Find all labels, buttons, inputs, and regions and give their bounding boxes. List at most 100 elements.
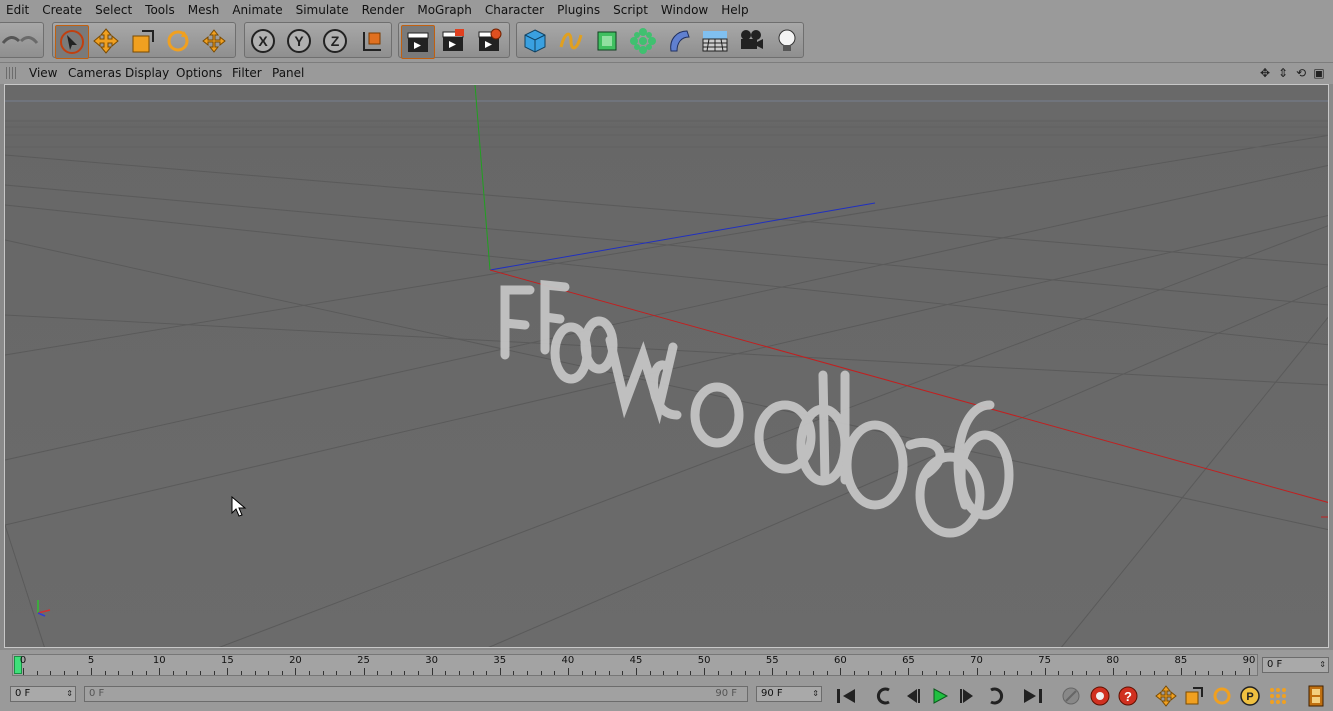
previous-keyframe-button[interactable] xyxy=(871,683,897,709)
menu-animate[interactable]: Animate xyxy=(226,3,289,17)
viewport-menu-view[interactable]: View xyxy=(29,66,57,80)
timeline-tick xyxy=(254,671,256,675)
timeline-tick xyxy=(227,668,229,675)
menu-mesh[interactable]: Mesh xyxy=(182,3,227,17)
timeline-tick xyxy=(349,671,351,675)
menu-plugins[interactable]: Plugins xyxy=(551,3,607,17)
timeline-tick xyxy=(1235,671,1237,675)
timeline-tick xyxy=(813,671,815,675)
timeline-tick xyxy=(322,671,324,675)
deformer-button[interactable] xyxy=(663,25,695,57)
move-tool-button[interactable] xyxy=(90,25,122,57)
timeline-tick xyxy=(663,671,665,675)
next-frame-button[interactable] xyxy=(955,683,981,709)
light-object-button[interactable] xyxy=(771,25,803,57)
coordinate-system-button[interactable] xyxy=(355,25,387,57)
go-to-end-button[interactable] xyxy=(1020,683,1046,709)
panel-grip-handle[interactable] xyxy=(6,67,18,79)
timeline-tick xyxy=(608,671,610,675)
position-key-icon xyxy=(1155,685,1177,707)
cube-object-button[interactable] xyxy=(519,25,551,57)
redo-button[interactable] xyxy=(13,25,45,57)
current-frame-field[interactable]: 0 F ⇕ xyxy=(1262,657,1329,673)
timeline-tick xyxy=(785,671,787,675)
timeline-tick xyxy=(1003,671,1005,675)
clapboard-picture-icon xyxy=(442,29,464,51)
render-to-picture-viewer-button[interactable] xyxy=(437,25,469,57)
autokeying-button[interactable] xyxy=(1087,683,1113,709)
z-axis-lock-button[interactable]: Z xyxy=(319,25,351,57)
menu-script[interactable]: Script xyxy=(607,3,655,17)
spinner-icon[interactable]: ⇕ xyxy=(1319,658,1326,672)
spinner-icon[interactable]: ⇕ xyxy=(812,687,819,701)
z-axis-icon: Z xyxy=(323,29,347,53)
timeline-tick xyxy=(649,671,651,675)
subdivision-surface-button[interactable] xyxy=(591,25,623,57)
key-scale-button[interactable] xyxy=(1181,683,1207,709)
orbit-view-icon[interactable]: ⟲ xyxy=(1293,65,1309,81)
timeline-tick xyxy=(894,671,896,675)
key-parameter-button[interactable]: P xyxy=(1237,683,1263,709)
key-position-button[interactable] xyxy=(1153,683,1179,709)
camera-object-button[interactable] xyxy=(735,25,767,57)
render-settings-button[interactable] xyxy=(473,25,505,57)
menu-select[interactable]: Select xyxy=(89,3,139,17)
viewport-menu-cameras[interactable]: Cameras xyxy=(68,66,121,80)
previous-frame-button[interactable] xyxy=(899,683,925,709)
keyframe-selection-button[interactable]: ? xyxy=(1115,683,1141,709)
maximize-view-icon[interactable]: ▣ xyxy=(1311,65,1327,81)
cloner-button[interactable] xyxy=(627,25,659,57)
move-arrows-icon xyxy=(93,28,119,54)
menu-help[interactable]: Help xyxy=(715,3,755,17)
x-axis-lock-button[interactable]: X xyxy=(247,25,279,57)
menu-create[interactable]: Create xyxy=(36,3,89,17)
go-to-start-button[interactable] xyxy=(833,683,859,709)
timeline-tick xyxy=(118,671,120,675)
pan-view-icon[interactable]: ✥ xyxy=(1257,65,1273,81)
record-active-objects-button[interactable] xyxy=(1058,683,1084,709)
menu-render[interactable]: Render xyxy=(356,3,412,17)
menu-window[interactable]: Window xyxy=(655,3,715,17)
scheme-film-button[interactable] xyxy=(1303,683,1329,709)
menu-mograph[interactable]: MoGraph xyxy=(411,3,479,17)
max-time-field[interactable]: 90 F ⇕ xyxy=(756,686,822,702)
scale-tool-button[interactable] xyxy=(126,25,158,57)
viewport-menu-filter[interactable]: Filter xyxy=(232,66,262,80)
live-selection-button[interactable] xyxy=(55,25,89,59)
timeline-tick xyxy=(540,671,542,675)
y-axis-lock-button[interactable]: Y xyxy=(283,25,315,57)
menu-simulate[interactable]: Simulate xyxy=(290,3,356,17)
x-axis-icon: X xyxy=(251,29,275,53)
spinner-icon[interactable]: ⇕ xyxy=(66,687,73,701)
perspective-viewport[interactable] xyxy=(4,84,1329,648)
timeline-tick-label: 45 xyxy=(629,655,643,666)
viewport-menu-options[interactable]: Options xyxy=(176,66,222,80)
key-point-level-button[interactable] xyxy=(1265,683,1291,709)
play-forward-button[interactable] xyxy=(927,683,953,709)
min-time-field[interactable]: 0 F ⇕ xyxy=(10,686,76,702)
timeline-tick xyxy=(758,671,760,675)
selection-arrow-icon xyxy=(60,30,84,54)
render-view-button[interactable] xyxy=(401,25,435,59)
time-range-slider[interactable]: 0 F 90 F xyxy=(84,686,748,702)
timeline-tick xyxy=(1126,671,1128,675)
menu-tools[interactable]: Tools xyxy=(139,3,182,17)
viewport-menu-panel[interactable]: Panel xyxy=(272,66,304,80)
rotate-tool-button[interactable] xyxy=(162,25,194,57)
timeline-tick xyxy=(676,671,678,675)
timeline-tick xyxy=(744,671,746,675)
recent-tool-button[interactable] xyxy=(198,25,230,57)
key-rotation-button[interactable] xyxy=(1209,683,1235,709)
dolly-view-icon[interactable]: ⇕ xyxy=(1275,65,1291,81)
menu-edit[interactable]: Edit xyxy=(0,3,36,17)
timeline-tick-label: 70 xyxy=(970,655,983,666)
floor-object-button[interactable] xyxy=(699,25,731,57)
timeline-tick xyxy=(1249,668,1250,675)
viewport-menu-display[interactable]: Display xyxy=(125,66,169,80)
svg-text:P: P xyxy=(1246,691,1253,703)
timeline-ruler[interactable]: 0 5 10 15 20 25 30 35 40 45 50 55 60 65 70 75 80 85 90 xyxy=(12,654,1258,676)
menu-character[interactable]: Character xyxy=(479,3,551,17)
next-keyframe-button[interactable] xyxy=(983,683,1009,709)
previous-frame-icon xyxy=(907,689,920,703)
spline-pen-button[interactable] xyxy=(555,25,587,57)
